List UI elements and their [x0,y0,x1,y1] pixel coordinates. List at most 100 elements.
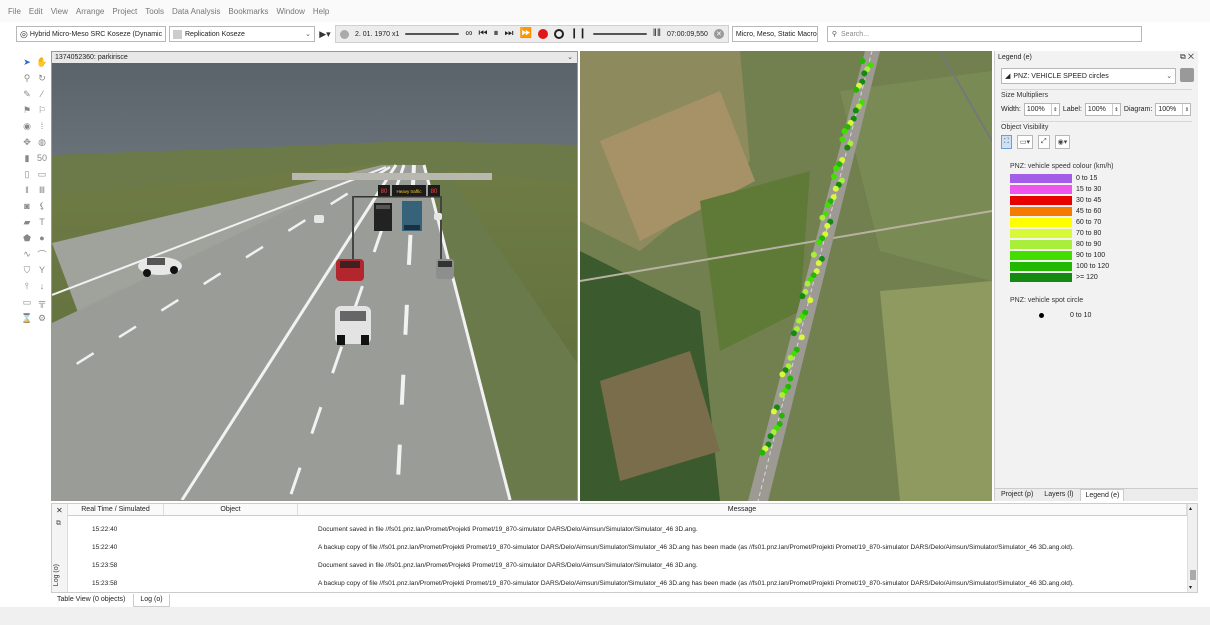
gear-icon[interactable]: ⚙ [35,311,49,325]
menu-bookmarks[interactable]: Bookmarks [228,7,268,16]
label-value: 100% [1087,106,1106,113]
select-arrow-icon[interactable]: ➤ [20,55,34,69]
spot-circle-entry: 0 to 10 [1039,312,1198,319]
step-forward-icon[interactable]: ⏭ [505,29,514,39]
vehicle-speed-circle [778,412,785,419]
engine-select[interactable]: Micro, Meso, Static Macro ▾ [731,26,818,42]
diagram-spinbox[interactable]: 100% ⇕ [1155,103,1192,116]
menu-project[interactable]: Project [112,7,137,16]
node-icon[interactable]: ◉ [20,119,34,133]
col-object[interactable]: Object [164,504,298,515]
point-visibility-button[interactable]: ◉▾ [1054,135,1071,149]
menu-window[interactable]: Window [276,7,304,16]
lanes-2-icon[interactable]: Ⅲ [35,183,49,197]
scroll-thumb[interactable] [1190,570,1196,580]
circle-icon[interactable]: ● [35,231,49,245]
meter-icon[interactable]: ▮ [20,151,34,165]
curve-2-icon[interactable]: ⌒ [35,247,49,261]
pen-icon[interactable]: ✎ [20,87,34,101]
vehicle-speed-circle [779,392,786,398]
sensor-icon[interactable]: ◍ [35,135,49,149]
gantry-icon[interactable]: ╦ [35,295,49,309]
width-spinbox[interactable]: 100% ⇕ [1023,103,1060,116]
tab-log[interactable]: Log (o) [133,594,170,607]
tab-table-view[interactable]: Table View (0 objects) [51,594,131,607]
pan-hand-icon[interactable]: ✋ [35,55,49,69]
shape-icon[interactable]: ⬟ [20,231,34,245]
menu-view[interactable]: View [51,7,68,16]
col-time[interactable]: Real Time / Simulated [68,504,164,515]
menu-arrange[interactable]: Arrange [76,7,104,16]
legend-select[interactable]: ◢ PNZ: VEHICLE SPEED circles ⌄ [1001,68,1177,84]
folder-icon[interactable] [1180,68,1194,82]
tab-layers[interactable]: Layers (l) [1040,489,1077,501]
record-icon[interactable] [537,29,548,39]
colour-swatch [1010,229,1072,238]
pause-icon[interactable]: ⏸ [494,29,499,39]
view-2d-map[interactable] [580,51,992,501]
scenario-select[interactable]: ◎ Hybrid Micro-Meso SRC Koseze (Dynamic … [16,26,166,42]
junction-icon[interactable]: ✥ [20,135,34,149]
col-message[interactable]: Message [298,504,1187,515]
vms-icon[interactable]: ▭ [20,295,34,309]
menu-help[interactable]: Help [313,7,329,16]
log-row[interactable]: 15:22:40 Document saved in file //fs01.p… [68,520,1187,538]
log-row[interactable]: 15:23:58 Document saved in file //fs01.p… [68,556,1187,574]
time-slider[interactable] [592,33,647,35]
menu-edit[interactable]: Edit [29,7,43,16]
curve-icon[interactable]: ∿ [20,247,34,261]
arrow-down-icon[interactable]: ↓ [35,279,49,293]
flag-icon[interactable]: ⚑ [20,103,34,117]
camera-icon[interactable]: ◙ [20,199,34,213]
scroll-down-icon[interactable]: ▾ [1189,584,1192,591]
grid-icon[interactable]: ⁞ [35,119,49,133]
expand-icon: ⛶ [1004,138,1009,145]
replication-select[interactable]: Replication Koseze ⌄ [169,26,315,42]
tab-legend[interactable]: Legend (e) [1080,489,1125,501]
menu-tools[interactable]: Tools [145,7,164,16]
polygon-icon[interactable]: ▰ [20,215,34,229]
fast-forward-icon[interactable]: ⏩ [520,29,532,39]
stop-icon[interactable]: ✕ [713,29,724,39]
hourglass-icon[interactable]: ⌛ [20,311,34,325]
speed-slider[interactable] [405,33,460,35]
brush-icon[interactable]: ⁄ [35,87,49,101]
close-icon[interactable]: ✕ [56,506,63,515]
skip-back-icon[interactable]: ⏮ [479,29,488,39]
fork-icon[interactable]: Y [35,263,49,277]
shield-icon[interactable]: ⛉ [20,263,34,277]
line-visibility-button[interactable]: ⤢ [1038,135,1050,149]
label-spinbox[interactable]: 100% ⇕ [1084,103,1121,116]
search-input[interactable]: ⚲ Search... [826,26,1142,42]
chevron-down-icon[interactable]: ⌄ [567,52,573,63]
lanes-icon[interactable]: ‖ [20,183,34,197]
layer-visibility-button[interactable]: ▭▾ [1016,135,1034,149]
signal-icon[interactable]: ⚸ [35,199,49,213]
float-close-icon[interactable]: ⧉ ✕ [1180,52,1194,62]
view-3d[interactable]: 1374052360: parkirisce ⌄ 80 Heavy traffi… [51,51,578,501]
speed-50-icon[interactable]: 50 [35,151,49,165]
text-icon[interactable]: T [35,215,49,229]
menu-file[interactable]: File [8,7,21,16]
infinity-button[interactable]: ∞ [465,29,472,39]
rotate-icon[interactable]: ↻ [35,71,49,85]
vehicle-speed-circle [819,214,826,221]
vehicle-speed-circle [759,449,766,456]
bus-stop-icon[interactable]: ▭ [35,167,49,181]
log-scrollbar[interactable]: ▴ ▾ [1187,504,1197,592]
pin-icon[interactable]: ⫯ [20,279,34,293]
float-icon[interactable]: ⧉ [56,520,61,528]
zoom-lens-icon[interactable]: ⚲ [20,71,34,85]
tab-project[interactable]: Project (p) [997,489,1037,501]
log-row[interactable]: 15:22:40 A backup copy of file //fs01.pn… [68,538,1187,556]
scroll-up-icon[interactable]: ▴ [1189,505,1192,512]
menu-data-analysis[interactable]: Data Analysis [172,7,220,16]
search-icon: ⚲ [831,31,838,38]
detector-icon[interactable]: ▯ [20,167,34,181]
vehicle-speed-circle [824,222,831,229]
run-button[interactable]: ▶▾ [318,26,332,42]
flag-2-icon[interactable]: ⚐ [35,103,49,117]
clock-icon[interactable] [553,29,564,39]
log-row[interactable]: 15:23:58 A backup copy of file //fs01.pn… [68,574,1187,592]
expand-visibility-button[interactable]: ⛶ [1001,135,1012,149]
